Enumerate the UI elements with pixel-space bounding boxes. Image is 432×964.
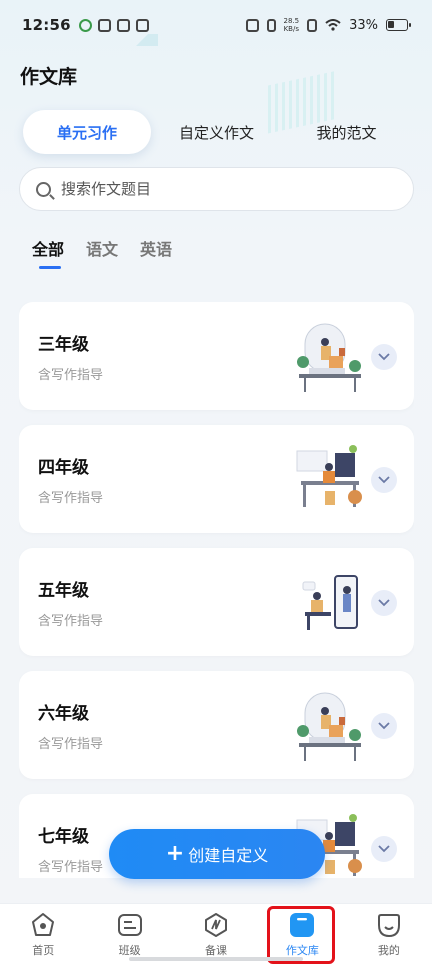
subject-tabs: 全部 语文 英语 — [32, 236, 194, 269]
camera-icon — [245, 18, 259, 32]
chevron-down-icon — [378, 476, 390, 484]
more-notification-icon — [135, 18, 149, 32]
balcony-illustration — [297, 323, 361, 392]
subject-tab-english[interactable]: 英语 — [140, 236, 172, 260]
grade-title: 六年级 — [38, 704, 89, 724]
app-notification-icon — [116, 18, 130, 32]
network-speed: 28.5 KB/s — [284, 17, 300, 33]
grade-card-grade5[interactable]: 五年级 含写作指导 — [19, 548, 414, 656]
nav-item-profile[interactable]: 我的 — [346, 904, 432, 964]
status-notification-icons — [78, 18, 149, 32]
tab-custom-essays[interactable]: 自定义作文 — [160, 110, 273, 154]
chat-notification-icon — [78, 18, 92, 32]
balcony-illustration — [297, 692, 361, 761]
segment-tabs: 单元习作 自定义作文 我的范文 — [0, 106, 432, 156]
subject-tab-chinese[interactable]: 语文 — [86, 236, 118, 260]
sim-icon — [307, 18, 318, 32]
nav-label: 作文库 — [285, 944, 319, 957]
grade-subtitle: 含写作指导 — [38, 614, 104, 629]
network-speed-value: 28.5 — [283, 17, 300, 25]
chevron-down-icon — [378, 599, 390, 607]
home-icon — [32, 913, 55, 936]
shopping-notification-icon — [97, 18, 111, 32]
grade-subtitle: 含写作指导 — [38, 737, 104, 752]
nav-label: 首页 — [32, 944, 55, 957]
class-icon — [117, 914, 142, 936]
status-time: 12:56 — [22, 16, 71, 34]
status-bar: 12:56 28.5 KB/s 33% — [0, 0, 432, 50]
tab-unit-essays[interactable]: 单元习作 — [23, 110, 151, 154]
lesson-prep-icon — [205, 913, 228, 937]
search-icon — [36, 181, 51, 197]
nav-item-essay-library[interactable]: 作文库 — [259, 904, 345, 964]
nav-item-lesson-prep[interactable]: 备课 — [173, 904, 259, 964]
grade-title: 七年级 — [38, 827, 89, 847]
nav-label: 班级 — [118, 944, 141, 957]
mirror-illustration — [302, 575, 358, 630]
plus-icon: + — [165, 841, 185, 866]
grade-title: 三年级 — [38, 335, 89, 355]
battery-percent: 33% — [349, 17, 378, 33]
nav-item-class[interactable]: 班级 — [86, 904, 172, 964]
expand-button[interactable] — [371, 467, 397, 493]
grade-title: 五年级 — [38, 581, 89, 601]
expand-button[interactable] — [371, 713, 397, 739]
grade-list: 三年级 含写作指导 四年级 含写作指导 五年级 含写作指导 六年级 含写作指导 … — [19, 302, 414, 878]
expand-button[interactable] — [371, 590, 397, 616]
essay-library-icon — [290, 913, 315, 937]
chevron-down-icon — [378, 353, 390, 361]
bottom-nav: 首页 班级 备课 作文库 我的 — [0, 903, 432, 964]
search-input[interactable] — [61, 180, 381, 198]
network-speed-unit: KB/s — [283, 25, 299, 33]
chevron-down-icon — [378, 845, 390, 853]
expand-button[interactable] — [371, 344, 397, 370]
nav-item-home[interactable]: 首页 — [0, 904, 86, 964]
grade-card-grade4[interactable]: 四年级 含写作指导 — [19, 425, 414, 533]
grade-card-grade3[interactable]: 三年级 含写作指导 — [19, 302, 414, 410]
create-custom-label: 创建自定义 — [188, 846, 269, 865]
search-bar[interactable] — [19, 167, 414, 211]
wifi-icon — [325, 19, 341, 31]
tab-my-model-essays[interactable]: 我的范文 — [290, 110, 403, 154]
vibrate-icon — [266, 18, 276, 32]
create-custom-button[interactable]: + 创建自定义 — [109, 829, 325, 879]
profile-icon — [377, 914, 400, 938]
desk-illustration — [296, 445, 362, 507]
grade-card-grade6[interactable]: 六年级 含写作指导 — [19, 671, 414, 779]
grade-title: 四年级 — [38, 458, 89, 478]
grade-subtitle: 含写作指导 — [38, 491, 104, 506]
nav-label: 备课 — [205, 944, 228, 957]
page-title: 作文库 — [20, 66, 78, 88]
battery-icon — [386, 19, 411, 31]
chevron-down-icon — [378, 722, 390, 730]
subject-tab-all[interactable]: 全部 — [32, 236, 64, 269]
home-indicator[interactable] — [129, 957, 303, 961]
nav-label: 我的 — [377, 944, 400, 957]
paper-plane-decoration — [136, 32, 158, 46]
status-right-group: 28.5 KB/s 33% — [245, 17, 411, 33]
expand-button[interactable] — [371, 836, 397, 862]
grade-subtitle: 含写作指导 — [38, 368, 104, 383]
grade-subtitle: 含写作指导 — [38, 860, 104, 875]
